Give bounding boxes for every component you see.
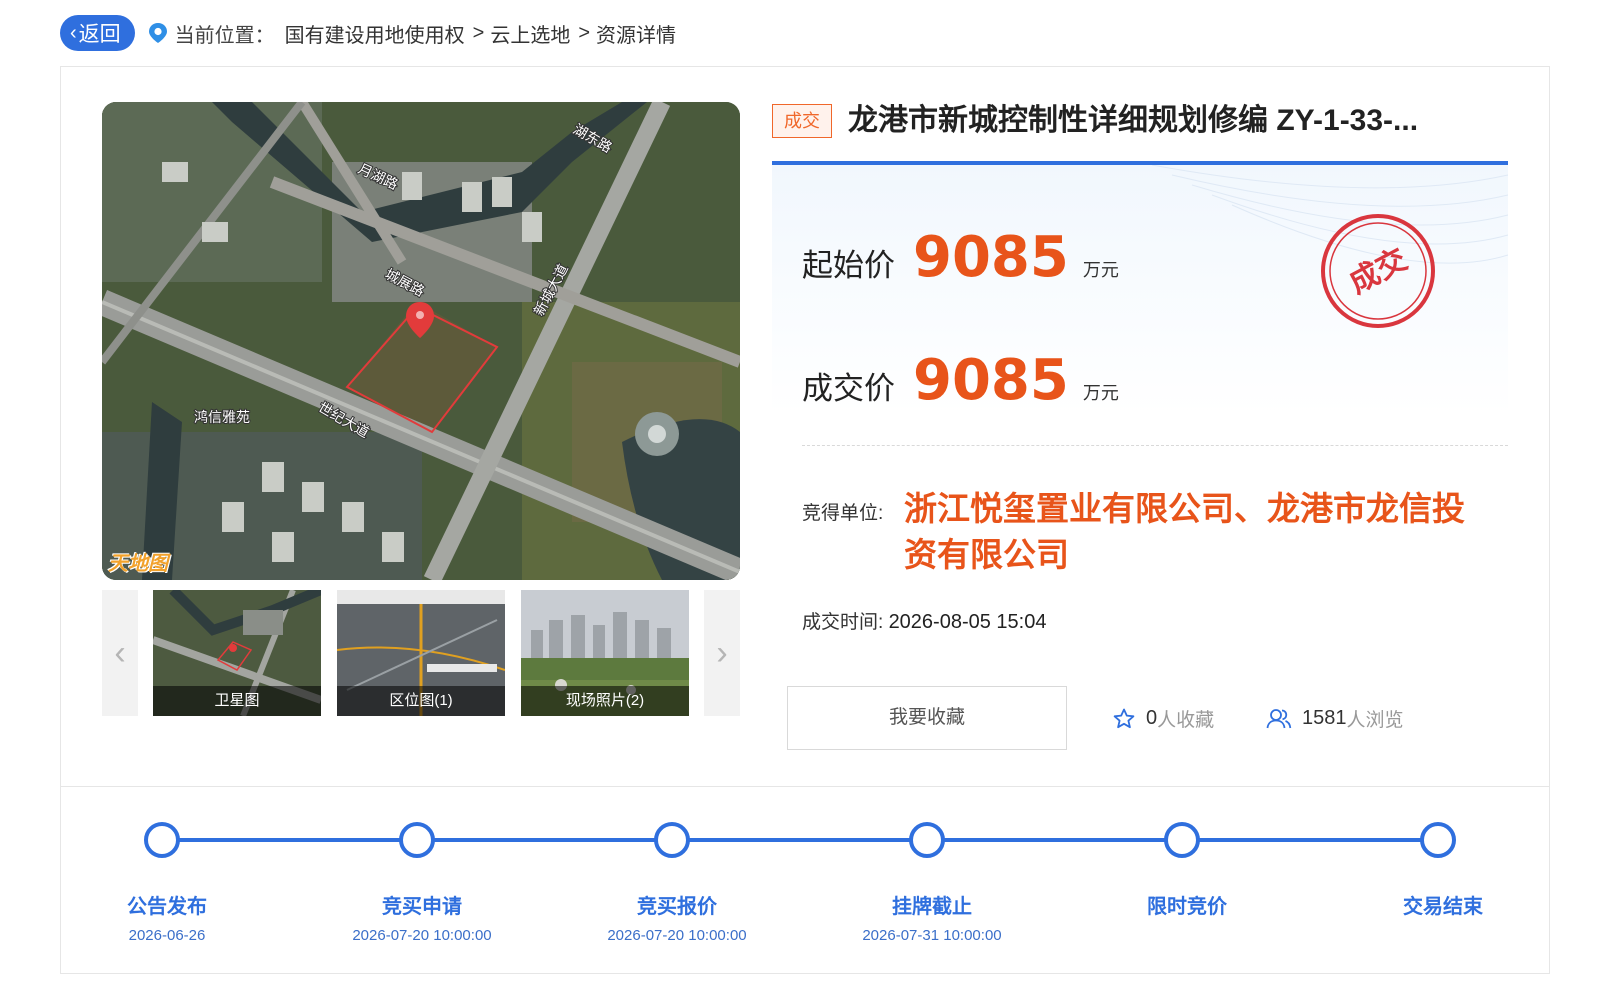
thumbnail-satellite[interactable]: 卫星图: [153, 590, 321, 716]
thumbnail-caption: 区位图(1): [337, 686, 505, 716]
deal-price-unit: 万元: [1082, 383, 1119, 403]
deal-price-label: 成交价: [802, 371, 895, 406]
listing-title: 龙港市新城控制性详细规划修编 ZY-1-33-...: [848, 104, 1419, 137]
views-suffix: 人浏览: [1346, 710, 1404, 731]
price-box: 起始价 9085 万元 成交价 9085 万元 成交: [772, 165, 1508, 415]
views-stat: 1581 人浏览: [1266, 705, 1404, 732]
deal-price-row: 成交价 9085 万元: [802, 348, 1119, 413]
back-button[interactable]: ‹ 返回: [60, 15, 135, 51]
timeline-line: [162, 838, 1438, 842]
breadcrumb-item-resource-detail: 资源详情: [596, 24, 677, 47]
timeline-step-name: 公告发布: [127, 896, 207, 918]
chevron-right-icon: >: [578, 21, 591, 44]
start-price-label: 起始价: [802, 248, 895, 283]
thumbnail-location-map[interactable]: 区位图(1): [337, 590, 505, 716]
timeline-step-name: 挂牌截止: [892, 896, 972, 918]
timeline-node: [1420, 822, 1456, 858]
deal-time-value: 2026-08-05 15:04: [888, 611, 1047, 633]
timeline-step-date: 2026-07-20 10:00:00: [352, 927, 492, 944]
stamp-text: 成交: [1344, 242, 1413, 301]
timeline-node: [909, 822, 945, 858]
satellite-map-image: 月湖路 湖东路 城展路 新城大道 世纪大道 鸿信雅苑: [102, 102, 740, 580]
deal-time-label: 成交时间:: [802, 612, 884, 633]
add-favorite-button[interactable]: 我要收藏: [787, 686, 1067, 750]
timeline-step-name: 限时竞价: [1147, 896, 1227, 918]
chevron-left-icon: ‹: [114, 633, 126, 672]
chevron-left-icon: ‹: [70, 21, 77, 44]
timeline-step: 交易结束: [1333, 890, 1553, 927]
thumbnail-caption: 卫星图: [153, 686, 321, 716]
start-price-value: 9085: [913, 225, 1069, 290]
breadcrumb-item-cloud-site-selection[interactable]: 云上选地: [490, 19, 570, 48]
timeline-step: 限时竞价: [1077, 890, 1297, 927]
timeline-step-date: 2026-06-26: [128, 927, 206, 944]
users-icon: [1266, 708, 1292, 728]
thumbnail-carousel: ‹ 卫星图 区位图(1) 现场照片(2) ›: [102, 590, 740, 716]
timeline-node: [1164, 822, 1200, 858]
back-button-label: 返回: [78, 23, 121, 46]
star-icon: [1113, 708, 1135, 728]
timeline-step-name: 竞买报价: [637, 896, 717, 918]
timeline-node: [144, 822, 180, 858]
deal-price-value: 9085: [913, 348, 1069, 413]
thumbnail-site-photo[interactable]: 现场照片(2): [521, 590, 689, 716]
place-label: 鸿信雅苑: [194, 409, 250, 426]
timeline-step: 竞买报价 2026-07-20 10:00:00: [567, 890, 787, 944]
favorites-suffix: 人收藏: [1157, 710, 1215, 731]
favorites-count: 0: [1146, 707, 1158, 729]
timeline-step: 公告发布 2026-06-26: [57, 890, 277, 944]
timeline-step-date: 2026-07-31 10:00:00: [862, 927, 1002, 944]
deal-time: 成交时间: 2026-08-05 15:04: [802, 607, 1046, 634]
timeline-panel: [60, 786, 1550, 974]
timeline-step-name: 竞买申请: [382, 896, 462, 918]
breadcrumb: 当前位置： 国有建设用地使用权 > 云上选地 > 资源详情: [175, 19, 676, 48]
carousel-prev-button[interactable]: ‹: [102, 590, 138, 716]
start-price-row: 起始价 9085 万元: [802, 225, 1119, 290]
timeline-step-date: 2026-07-20 10:00:00: [607, 927, 747, 944]
location-label: 当前位置：: [174, 24, 275, 47]
start-price-unit: 万元: [1082, 260, 1119, 280]
map-watermark-logo: 天地图: [108, 553, 168, 575]
satellite-map[interactable]: 月湖路 湖东路 城展路 新城大道 世纪大道 鸿信雅苑 天地图: [102, 102, 740, 580]
top-bar: ‹ 返回 当前位置： 国有建设用地使用权 > 云上选地 > 资源详情: [60, 14, 676, 52]
favorites-stat: 0 人收藏: [1112, 705, 1214, 732]
timeline-step: 竞买申请 2026-07-20 10:00:00: [312, 890, 532, 944]
timeline-node: [399, 822, 435, 858]
location-pin-icon: [148, 23, 167, 43]
winner-value: 浙江悦玺置业有限公司、龙港市龙信投资有限公司: [904, 490, 1465, 573]
timeline-node: [654, 822, 690, 858]
timeline-step: 挂牌截止 2026-07-31 10:00:00: [822, 890, 1042, 944]
chevron-right-icon: >: [472, 21, 485, 44]
timeline-step-name: 交易结束: [1403, 896, 1483, 918]
chevron-right-icon: ›: [716, 633, 728, 672]
deal-stamp-icon: 成交: [1321, 214, 1435, 328]
views-count: 1581: [1302, 707, 1347, 729]
breadcrumb-item-land-use-right[interactable]: 国有建设用地使用权: [285, 19, 465, 48]
carousel-next-button[interactable]: ›: [704, 590, 740, 716]
status-badge: 成交: [772, 104, 832, 138]
winner-label: 竞得单位:: [802, 503, 884, 524]
divider: [802, 445, 1508, 446]
thumbnail-caption: 现场照片(2): [521, 686, 689, 716]
